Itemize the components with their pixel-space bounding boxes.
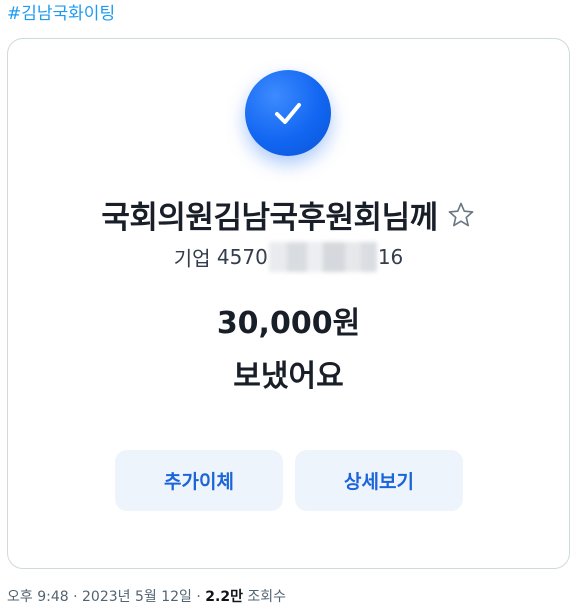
star-outline-icon[interactable] — [446, 200, 476, 230]
transfer-receipt-image[interactable]: 국회의원김남국후원회님께 기업 4570 16 30,000원 보냈어요 추가이체… — [7, 38, 570, 569]
transfer-amount: 30,000원 — [216, 306, 361, 341]
account-suffix: 16 — [377, 245, 404, 269]
add-transfer-button[interactable]: 추가이체 — [115, 450, 283, 511]
redacted-account-digits — [268, 242, 377, 272]
meta-separator: · — [191, 589, 206, 605]
account-number: 기업 4570 16 — [8, 242, 569, 272]
hashtag-link[interactable]: #김남국화이팅 — [7, 3, 115, 25]
recipient-row: 국회의원김남국후원회님께 — [8, 192, 569, 237]
account-bank: 기업 — [173, 246, 211, 271]
details-button[interactable]: 상세보기 — [295, 450, 463, 511]
meta-separator: · — [68, 589, 83, 605]
account-prefix: 4570 — [216, 245, 268, 269]
views-count: 2.2만 — [205, 589, 243, 605]
recipient-name: 국회의원김남국후원회님께 — [101, 200, 438, 236]
post-time[interactable]: 오후 9:48 — [7, 589, 69, 605]
post-date[interactable]: 2023년 5월 12일 — [82, 589, 192, 605]
transfer-status: 보냈어요 — [233, 359, 344, 394]
views-label: 조회수 — [242, 589, 287, 605]
check-badge — [245, 70, 331, 156]
tweet-page: #김남국화이팅 국회의원김남국후원회님께 기업 4570 16 30,000원 보… — [0, 0, 577, 608]
check-icon — [275, 103, 301, 124]
tweet-meta: 오후 9:48 · 2023년 5월 12일 · 2.2만 조회수 — [7, 588, 286, 606]
